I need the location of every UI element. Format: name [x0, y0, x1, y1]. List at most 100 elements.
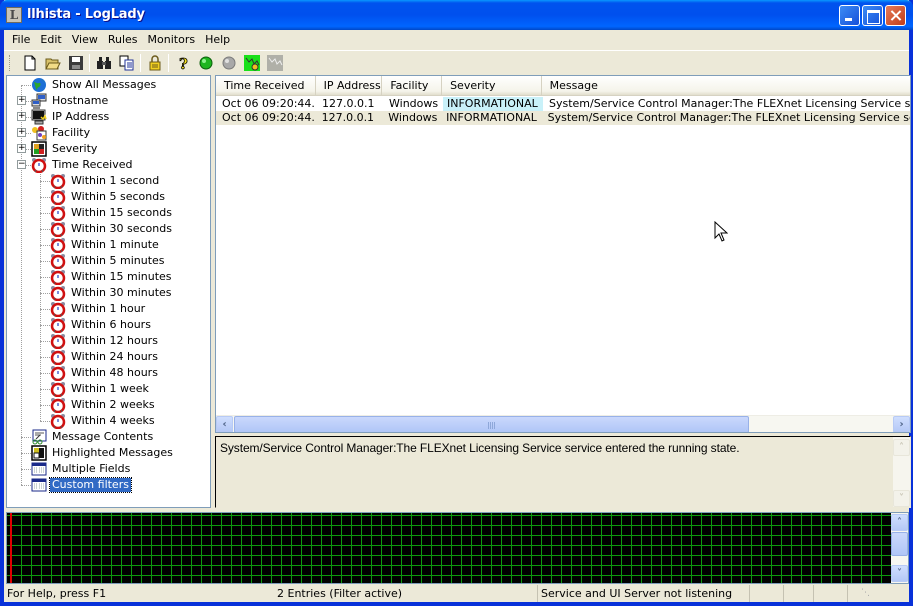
globe-icon [31, 77, 47, 93]
tree-item[interactable]: Within 1 minute [50, 237, 161, 253]
graph-scroll-up-button[interactable]: ˄ [891, 514, 908, 531]
tree-item[interactable]: Within 6 hours [50, 317, 153, 333]
tree-item[interactable]: Highlighted Messages [31, 445, 175, 461]
tree-item[interactable]: Within 5 minutes [50, 253, 167, 269]
status-pane-1 [750, 585, 784, 602]
cell-facility: Windows [389, 97, 439, 110]
resize-grip-icon[interactable]: ⋱ [848, 585, 870, 602]
alarm-clock-icon [50, 221, 66, 237]
table-row[interactable]: Oct 06 09:20:44... 127.0.0.1 Windows INF… [216, 111, 910, 125]
tree-line [40, 341, 50, 342]
alarm-clock-icon [50, 301, 66, 317]
monitor-inactive-button[interactable] [263, 52, 286, 74]
expand-icon[interactable]: + [17, 144, 26, 153]
minimize-button[interactable] [839, 5, 860, 26]
tree-item[interactable]: Within 1 week [50, 381, 151, 397]
toolbar-grip[interactable] [9, 54, 12, 71]
gray-light-icon [222, 56, 235, 69]
tree-item[interactable]: Within 48 hours [50, 365, 160, 381]
message-detail-pane[interactable]: System/Service Control Manager:The FLEXn… [215, 436, 911, 508]
tree-line [21, 453, 31, 454]
new-button[interactable] [18, 52, 41, 74]
tree-item[interactable]: Facility [31, 125, 92, 141]
column-facility[interactable]: Facility [382, 76, 443, 96]
table-row[interactable]: Oct 06 09:20:44... 127.0.0.1 Windows INF… [216, 97, 910, 111]
graph-scroll-thumb[interactable] [891, 532, 908, 556]
menu-view[interactable]: View [67, 31, 103, 48]
stop-button[interactable] [217, 52, 240, 74]
tree-item[interactable]: Within 5 seconds [50, 189, 167, 205]
tree-line [21, 437, 31, 438]
severity-icon [31, 141, 47, 157]
tree-item[interactable]: Within 1 second [50, 173, 161, 189]
tree-item[interactable]: IP Address [31, 109, 111, 125]
expand-icon[interactable]: + [17, 128, 26, 137]
facility-icon [31, 125, 47, 141]
menu-help[interactable]: Help [200, 31, 235, 48]
filter-tree[interactable]: Show All Messages + Hostname + IP Address + Fa… [6, 75, 211, 508]
expand-icon[interactable]: + [17, 112, 26, 121]
tree-item[interactable]: Hostname [31, 93, 110, 109]
cell-message: System/Service Control Manager:The FLEXn… [547, 111, 910, 124]
title-bar[interactable]: L llhista - LogLady [0, 0, 913, 30]
tree-item[interactable]: Time Received [31, 157, 134, 173]
start-button[interactable] [194, 52, 217, 74]
tree-item[interactable]: Within 30 minutes [50, 285, 174, 301]
tree-item[interactable]: Within 15 minutes [50, 269, 174, 285]
graph-vertical-scrollbar[interactable]: ˄ ˅ [891, 513, 908, 583]
tree-item-label: Within 15 seconds [71, 206, 172, 219]
tree-line [40, 405, 50, 406]
maximize-button[interactable] [862, 5, 883, 26]
new-document-icon [24, 55, 35, 70]
tree-line [40, 213, 50, 214]
tree-item[interactable]: Severity [31, 141, 99, 157]
menu-monitors[interactable]: Monitors [143, 31, 201, 48]
copy-button[interactable] [115, 52, 138, 74]
column-time-received[interactable]: Time Received [216, 76, 316, 96]
tree-item[interactable]: Within 24 hours [50, 349, 160, 365]
tree-item[interactable]: Within 1 hour [50, 301, 147, 317]
tree-item[interactable]: Custom filters [31, 477, 132, 493]
tree-item-label: Within 2 weeks [71, 398, 155, 411]
column-severity[interactable]: Severity [442, 76, 542, 96]
monitor-inactive-icon [266, 54, 283, 71]
tree-line [40, 229, 50, 230]
message-list[interactable]: Time Received IP Address Facility Severi… [215, 75, 911, 433]
expand-icon[interactable]: + [17, 96, 26, 105]
menu-file[interactable]: File [8, 31, 35, 48]
lock-button[interactable] [143, 52, 166, 74]
tree-item[interactable]: Message Contents [31, 429, 155, 445]
collapse-icon[interactable]: − [17, 160, 26, 169]
close-button[interactable] [885, 5, 906, 26]
column-ip-address[interactable]: IP Address [316, 76, 383, 96]
alarm-clock-icon [31, 157, 47, 173]
tree-item[interactable]: Within 15 seconds [50, 205, 174, 221]
status-bar: For Help, press F1 2 Entries (Filter act… [4, 585, 909, 602]
tree-item-label: Within 30 seconds [71, 222, 172, 235]
menu-edit[interactable]: Edit [35, 31, 66, 48]
tree-item[interactable]: Within 2 weeks [50, 397, 157, 413]
alarm-clock-icon [50, 397, 66, 413]
tree-item[interactable]: Within 4 weeks [50, 413, 157, 429]
column-message[interactable]: Message [542, 76, 910, 96]
scroll-left-button[interactable]: ‹ [216, 416, 233, 432]
tree-line [40, 293, 50, 294]
tree-item[interactable]: Multiple Fields [31, 461, 132, 477]
tree-item[interactable]: Show All Messages [31, 77, 158, 93]
menu-rules[interactable]: Rules [103, 31, 143, 48]
scroll-thumb[interactable] [234, 416, 749, 432]
open-button[interactable] [41, 52, 64, 74]
tree-item[interactable]: Within 12 hours [50, 333, 160, 349]
save-button[interactable] [64, 52, 87, 74]
app-window: L llhista - LogLady File Edit View Rules… [0, 0, 913, 606]
graph-scroll-down-button[interactable]: ˅ [891, 565, 908, 582]
alarm-clock-icon [50, 317, 66, 333]
status-entries: 2 Entries (Filter active) [274, 585, 538, 602]
tree-item[interactable]: Within 30 seconds [50, 221, 174, 237]
monitor-active-button[interactable] [240, 52, 263, 74]
horizontal-scrollbar[interactable]: ‹ › [216, 415, 910, 432]
activity-graph: ˄ ˅ [6, 512, 909, 584]
help-button[interactable]: ? [171, 52, 194, 74]
scroll-right-button[interactable]: › [893, 416, 910, 432]
find-button[interactable] [92, 52, 115, 74]
